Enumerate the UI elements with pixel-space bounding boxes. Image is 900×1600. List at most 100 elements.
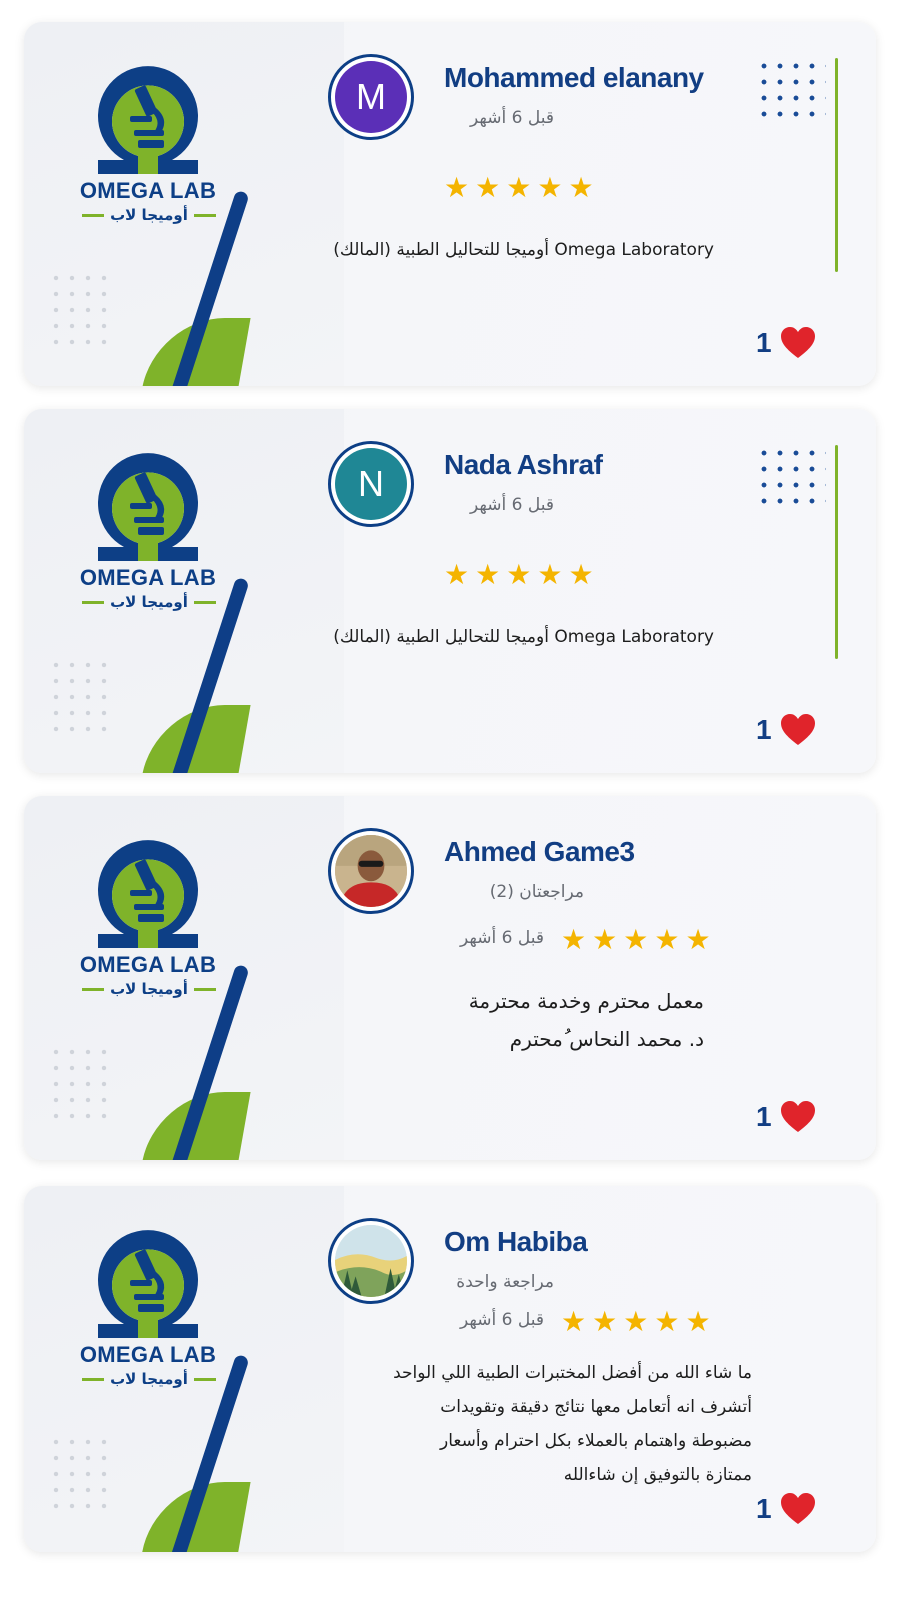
avatar-letter: N — [335, 448, 407, 520]
star-rating: ★ ★ ★ ★ ★ — [444, 561, 594, 589]
likes-count: 1 — [756, 1493, 772, 1524]
likes-count: 1 — [756, 714, 772, 745]
decorative-green-line — [835, 58, 838, 272]
review-time: قبل 6 أشهر — [470, 108, 554, 128]
logo-text-ar-row: أوميجا لاب — [74, 593, 224, 611]
avatar-photo — [335, 835, 407, 907]
likes[interactable]: 1 — [756, 326, 816, 360]
logo-dash — [82, 600, 105, 604]
reviewer-name[interactable]: Om Habiba — [444, 1226, 588, 1258]
logo-text-ar: أوميجا لاب — [110, 593, 188, 611]
likes[interactable]: 1 — [756, 713, 816, 747]
decorative-dots — [48, 270, 112, 350]
heart-icon[interactable] — [780, 713, 816, 747]
star-icon: ★ — [475, 558, 501, 591]
logo-text-en: OMEGA LAB — [79, 952, 217, 977]
star-icon: ★ — [568, 171, 594, 204]
reviewer-name[interactable]: Ahmed Game3 — [444, 836, 635, 868]
star-rating: ★ ★ ★ ★ ★ — [561, 1308, 711, 1336]
review-card: OMEGA LAB أوميجا لاب N Nada Ashraf قبل 6… — [24, 409, 876, 773]
review-text-line: مضبوطة واهتمام بالعملاء بكل احترام وأسعا… — [440, 1431, 752, 1451]
logo-dash — [82, 987, 105, 991]
star-icon: ★ — [506, 558, 532, 591]
decorative-dots — [756, 445, 826, 511]
avatar[interactable]: M — [328, 54, 414, 140]
likes[interactable]: 1 — [756, 1100, 816, 1134]
review-card: OMEGA LAB أوميجا لاب M Mohammed elanany … — [24, 22, 876, 386]
decorative-green-line — [835, 445, 838, 659]
omega-lab-logo: OMEGA LAB أوميجا لاب — [78, 451, 218, 621]
review-text-line: ما شاء الله من أفضل المختبرات الطبية الل… — [393, 1363, 752, 1383]
star-icon: ★ — [623, 923, 649, 956]
omega-microscope-icon — [98, 453, 198, 561]
review-time: قبل 6 أشهر — [460, 1310, 544, 1330]
logo-dash — [82, 213, 105, 217]
reviews-count[interactable]: مراجعة واحدة — [444, 1272, 554, 1292]
omega-lab-logo: OMEGA LAB أوميجا لاب — [78, 64, 218, 234]
heart-icon[interactable] — [780, 1100, 816, 1134]
logo-text-en: OMEGA LAB — [79, 178, 217, 203]
star-icon: ★ — [561, 923, 587, 956]
heart-icon[interactable] — [780, 326, 816, 360]
heart-icon[interactable] — [780, 1492, 816, 1526]
logo-dash — [193, 600, 216, 604]
avatar-photo — [335, 1225, 407, 1297]
review-text-line: د. محمد النحاس ُمحترم — [509, 1027, 704, 1051]
star-icon: ★ — [475, 171, 501, 204]
review-text: ما شاء الله من أفضل المختبرات الطبية الل… — [316, 1356, 752, 1492]
star-rating: ★ ★ ★ ★ ★ — [561, 926, 711, 954]
star-icon: ★ — [444, 171, 470, 204]
review-text: Omega Laboratory أوميجا للتحاليل الطبية … — [333, 240, 714, 260]
star-icon: ★ — [537, 558, 563, 591]
avatar[interactable] — [328, 828, 414, 914]
avatar-letter: M — [335, 61, 407, 133]
reviews-count[interactable]: مراجعتان (2) — [444, 882, 584, 902]
avatar[interactable]: N — [328, 441, 414, 527]
omega-microscope-icon — [98, 1230, 198, 1338]
logo-text-en: OMEGA LAB — [79, 1342, 217, 1367]
avatar[interactable] — [328, 1218, 414, 1304]
logo-dash — [193, 1377, 216, 1381]
review-card: OMEGA LAB أوميجا لاب Om Habiba مراجعة وا… — [24, 1186, 876, 1552]
star-icon: ★ — [654, 923, 680, 956]
review-card: OMEGA LAB أوميجا لاب Ahmed Game3 مراجعتا… — [24, 796, 876, 1160]
logo-text-ar-row: أوميجا لاب — [74, 206, 224, 224]
landscape-photo-icon — [335, 1225, 407, 1297]
star-icon: ★ — [654, 1305, 680, 1338]
review-time: قبل 6 أشهر — [470, 495, 554, 515]
star-icon: ★ — [592, 1305, 618, 1338]
star-icon: ★ — [537, 171, 563, 204]
logo-dash — [193, 987, 216, 991]
star-icon: ★ — [592, 923, 618, 956]
logo-text-ar-row: أوميجا لاب — [74, 980, 224, 998]
review-text-line: معمل محترم وخدمة محترمة — [468, 989, 704, 1013]
person-photo-icon — [335, 835, 407, 907]
reviewer-name[interactable]: Mohammed elanany — [444, 62, 704, 94]
reviewer-name[interactable]: Nada Ashraf — [444, 449, 603, 481]
logo-text-ar: أوميجا لاب — [110, 980, 188, 998]
review-text-line: ممتازة بالتوفيق إن شاءالله — [563, 1465, 752, 1485]
logo-text-ar: أوميجا لاب — [110, 1370, 188, 1388]
star-icon: ★ — [506, 171, 532, 204]
omega-lab-logo: OMEGA LAB أوميجا لاب — [78, 1228, 218, 1398]
likes-count: 1 — [756, 1101, 772, 1132]
decorative-dots — [48, 1044, 112, 1124]
star-rating: ★ ★ ★ ★ ★ — [444, 174, 594, 202]
decorative-dots — [48, 1434, 112, 1514]
decorative-dots — [48, 657, 112, 737]
decorative-dots — [756, 58, 826, 124]
logo-dash — [193, 213, 216, 217]
review-text-line: أتشرف انه أتعامل معها نتائج دقيقة وتقويد… — [440, 1397, 752, 1417]
star-icon: ★ — [623, 1305, 649, 1338]
logo-dash — [82, 1377, 105, 1381]
likes[interactable]: 1 — [756, 1492, 816, 1526]
star-icon: ★ — [685, 1305, 711, 1338]
likes-count: 1 — [756, 327, 772, 358]
omega-lab-logo: OMEGA LAB أوميجا لاب — [78, 838, 218, 1008]
logo-text-en: OMEGA LAB — [79, 565, 217, 590]
star-icon: ★ — [685, 923, 711, 956]
omega-microscope-icon — [98, 66, 198, 174]
review-time: قبل 6 أشهر — [460, 928, 544, 948]
star-icon: ★ — [561, 1305, 587, 1338]
logo-text-ar: أوميجا لاب — [110, 206, 188, 224]
